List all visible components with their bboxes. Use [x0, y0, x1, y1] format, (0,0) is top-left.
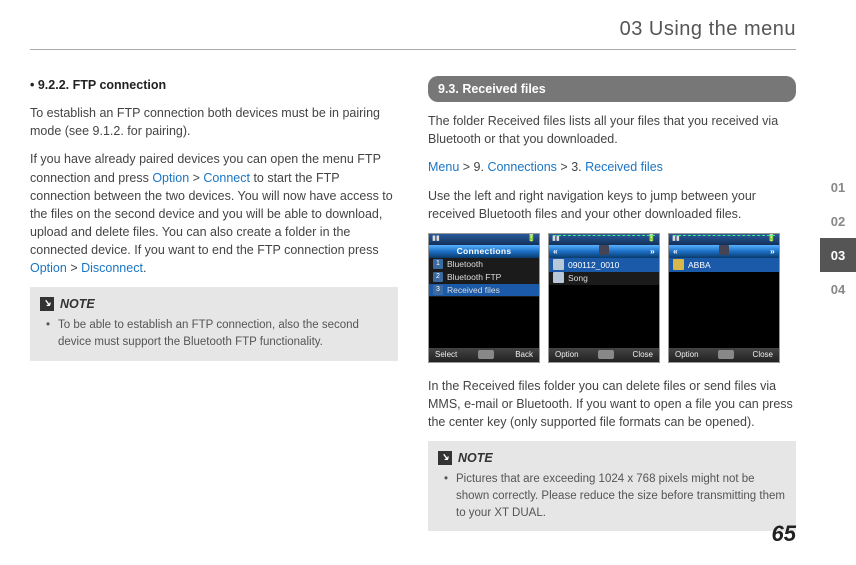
file-icon — [553, 259, 564, 270]
phone-screen-bluetooth-files: ▮▮🔋 «» 090112_0010 Song Option Close — [548, 233, 660, 363]
phone-screen-connections: ▮▮🔋 Connections 1Bluetooth 2Bluetooth FT… — [428, 233, 540, 363]
text: > — [459, 160, 473, 174]
tab-arrow-left-icon: « — [553, 245, 558, 258]
folder-icon — [673, 259, 684, 270]
paragraph: Use the left and right navigation keys t… — [428, 187, 796, 223]
file-row: 090112_0010 — [568, 259, 619, 271]
chapter-side-tabs: 01 02 03 04 — [820, 170, 856, 306]
side-tab-04[interactable]: 04 — [820, 272, 856, 306]
option-link: Option — [152, 171, 189, 185]
note-label: NOTE — [60, 295, 95, 313]
paragraph: The folder Received files lists all your… — [428, 112, 796, 148]
screen-title: Connections — [429, 245, 539, 258]
note-text: To be able to establish an FTP connectio… — [40, 317, 388, 350]
side-tab-01[interactable]: 01 — [820, 170, 856, 204]
note-box: ↘ NOTE To be able to establish an FTP co… — [30, 287, 398, 360]
phone-screenshots-row: ▮▮🔋 Connections 1Bluetooth 2Bluetooth FT… — [428, 233, 796, 363]
softkey-center-icon — [598, 350, 614, 359]
left-column: • 9.2.2. FTP connection To establish an … — [30, 76, 398, 541]
tab-arrow-right-icon: » — [650, 245, 655, 258]
section-pill-received-files: 9.3. Received files — [428, 76, 796, 102]
bluetooth-icon — [599, 245, 609, 255]
text: > — [557, 160, 571, 174]
connect-link: Connect — [203, 171, 250, 185]
note-label: NOTE — [458, 449, 493, 467]
disconnect-link: Disconnect — [81, 261, 143, 275]
file-icon — [553, 272, 564, 283]
tab-arrow-right-icon: » — [770, 245, 775, 258]
side-tab-02[interactable]: 02 — [820, 204, 856, 238]
note-arrow-icon: ↘ — [40, 297, 54, 311]
softkey-left: Option — [555, 349, 579, 361]
section-heading-ftp: • 9.2.2. FTP connection — [30, 76, 398, 94]
note-text: Pictures that are exceeding 1024 x 768 p… — [438, 471, 786, 521]
paragraph: In the Received files folder you can del… — [428, 377, 796, 431]
chapter-title: 03 Using the menu — [30, 18, 796, 50]
file-row: Song — [568, 272, 588, 284]
option-link: Option — [30, 261, 67, 275]
page-number: 65 — [772, 521, 796, 547]
softkey-right: Close — [633, 349, 653, 361]
text: . — [143, 261, 146, 275]
note-arrow-icon: ↘ — [438, 451, 452, 465]
text: 9. — [474, 160, 488, 174]
menu-item: Bluetooth — [447, 258, 483, 270]
right-column: 9.3. Received files The folder Received … — [428, 76, 796, 541]
softkey-right: Back — [515, 349, 533, 361]
softkey-left: Option — [675, 349, 699, 361]
menu-link: Menu — [428, 160, 459, 174]
text: > — [189, 171, 203, 185]
softkey-center-icon — [478, 350, 494, 359]
softkey-left: Select — [435, 349, 457, 361]
download-icon — [719, 245, 729, 255]
softkey-right: Close — [753, 349, 773, 361]
connections-link: Connections — [487, 160, 557, 174]
received-files-link: Received files — [585, 160, 663, 174]
text: > — [67, 261, 81, 275]
breadcrumb-path: Menu > 9. Connections > 3. Received file… — [428, 158, 796, 176]
text: 3. — [571, 160, 585, 174]
paragraph: To establish an FTP connection both devi… — [30, 104, 398, 140]
menu-item-selected: Received files — [447, 284, 500, 296]
phone-screen-downloads: ▮▮🔋 «» ABBA Option Close — [668, 233, 780, 363]
menu-item: Bluetooth FTP — [447, 271, 501, 283]
tab-arrow-left-icon: « — [673, 245, 678, 258]
softkey-center-icon — [718, 350, 734, 359]
paragraph: If you have already paired devices you c… — [30, 150, 398, 277]
note-box: ↘ NOTE Pictures that are exceeding 1024 … — [428, 441, 796, 531]
file-row: ABBA — [688, 259, 711, 271]
side-tab-03[interactable]: 03 — [820, 238, 856, 272]
